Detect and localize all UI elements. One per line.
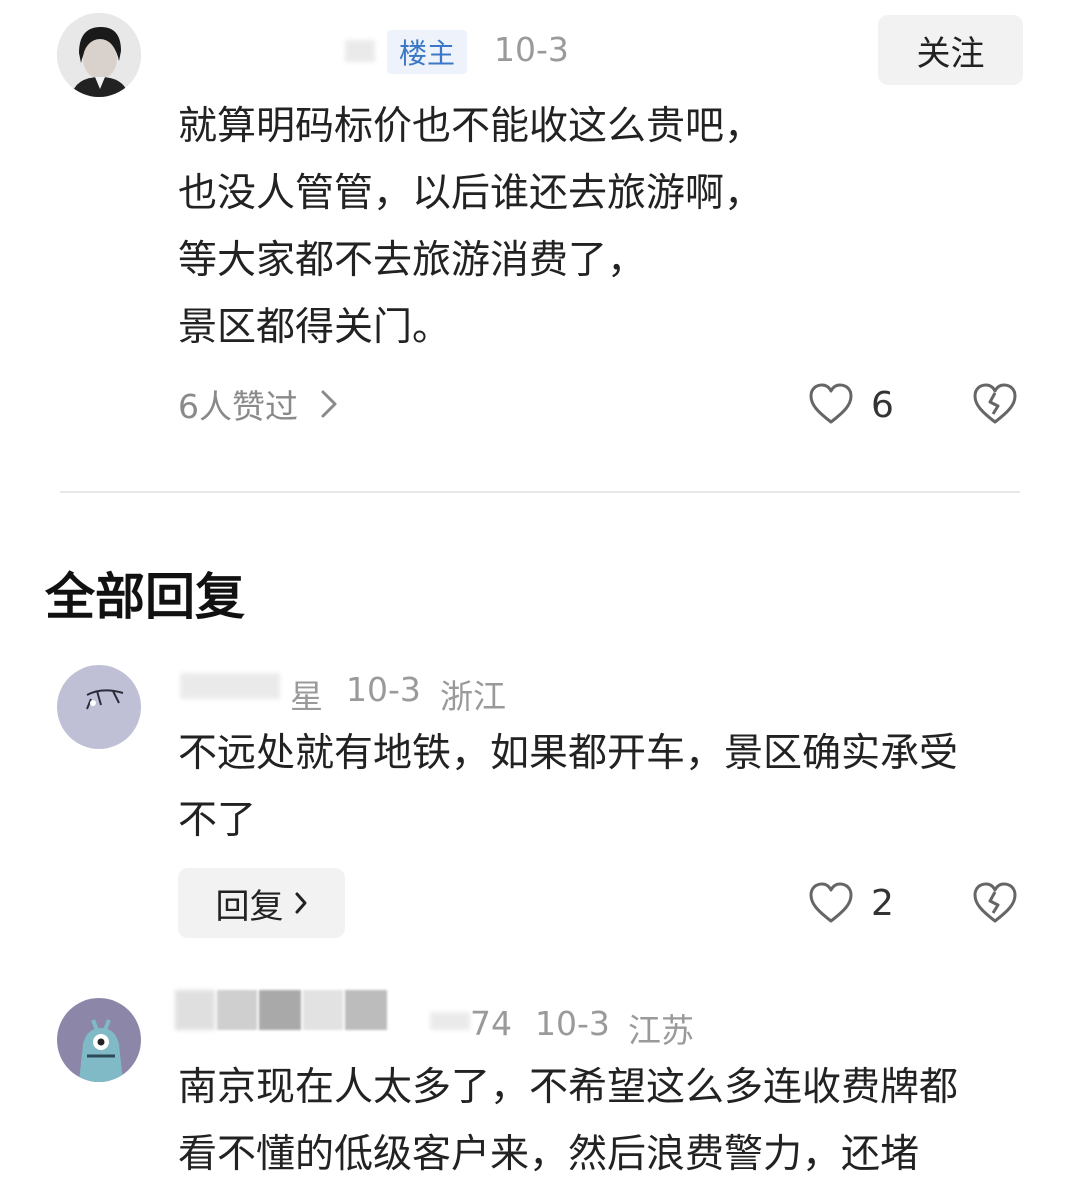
reply-line: 南京现在人太多了，不希望这么多连收费牌都 <box>178 1065 959 1110</box>
reply-date: 10-3 <box>346 670 421 709</box>
username-redacted <box>175 990 390 1030</box>
post-line: 也没人管管，以后谁还去旅游啊， <box>178 171 764 216</box>
username-redacted <box>345 40 375 62</box>
reply-line: 不远处就有地铁，如果都开车，景区确实承受 <box>178 731 959 776</box>
likes-summary: 6人赞过 <box>178 387 298 426</box>
reply-date: 10-3 <box>535 1004 610 1043</box>
reply-button[interactable]: 回复 <box>178 868 345 938</box>
reply-username-fragment: 星 <box>290 677 323 716</box>
op-tag: 楼主 <box>387 30 468 74</box>
post-date: 10-3 <box>494 30 569 69</box>
like-heart-icon[interactable] <box>808 383 854 425</box>
reply-line: 不了 <box>178 798 257 843</box>
reply-location: 江苏 <box>628 1011 694 1050</box>
avatar[interactable] <box>57 665 141 749</box>
post-line: 景区都得关门。 <box>178 305 452 350</box>
follow-button-label: 关注 <box>916 33 985 74</box>
reply-line: 看不懂的低级客户来，然后浪费警力，还堵 <box>178 1132 920 1177</box>
like-count: 2 <box>871 883 894 924</box>
post-line: 就算明码标价也不能收这么贵吧， <box>178 104 764 149</box>
likes-summary-link[interactable]: 6人赞过 <box>178 380 338 428</box>
reply-body: 南京现在人太多了，不希望这么多连收费牌都 看不懂的低级客户来，然后浪费警力，还堵 <box>178 1054 1058 1188</box>
chevron-right-icon <box>294 891 308 915</box>
username-redacted <box>430 1012 470 1030</box>
chevron-right-icon <box>320 389 338 419</box>
username-redacted <box>180 673 280 699</box>
section-title: 全部回复 <box>45 568 245 626</box>
post-line: 等大家都不去旅游消费了， <box>178 238 647 283</box>
reply-location: 浙江 <box>440 677 506 716</box>
reply-button-label: 回复 <box>215 886 284 927</box>
avatar[interactable] <box>57 998 141 1082</box>
like-count: 6 <box>871 385 894 426</box>
like-heart-icon[interactable] <box>808 882 854 924</box>
divider <box>60 491 1020 493</box>
post-body: 就算明码标价也不能收这么贵吧， 也没人管管，以后谁还去旅游啊， 等大家都不去旅游… <box>178 93 1038 361</box>
dislike-broken-heart-icon[interactable] <box>972 882 1018 924</box>
follow-button[interactable]: 关注 <box>878 15 1023 85</box>
reply-username-fragment: 74 <box>470 1004 512 1043</box>
avatar[interactable] <box>57 13 141 97</box>
dislike-broken-heart-icon[interactable] <box>972 383 1018 425</box>
reply-body: 不远处就有地铁，如果都开车，景区确实承受 不了 <box>178 720 1058 854</box>
